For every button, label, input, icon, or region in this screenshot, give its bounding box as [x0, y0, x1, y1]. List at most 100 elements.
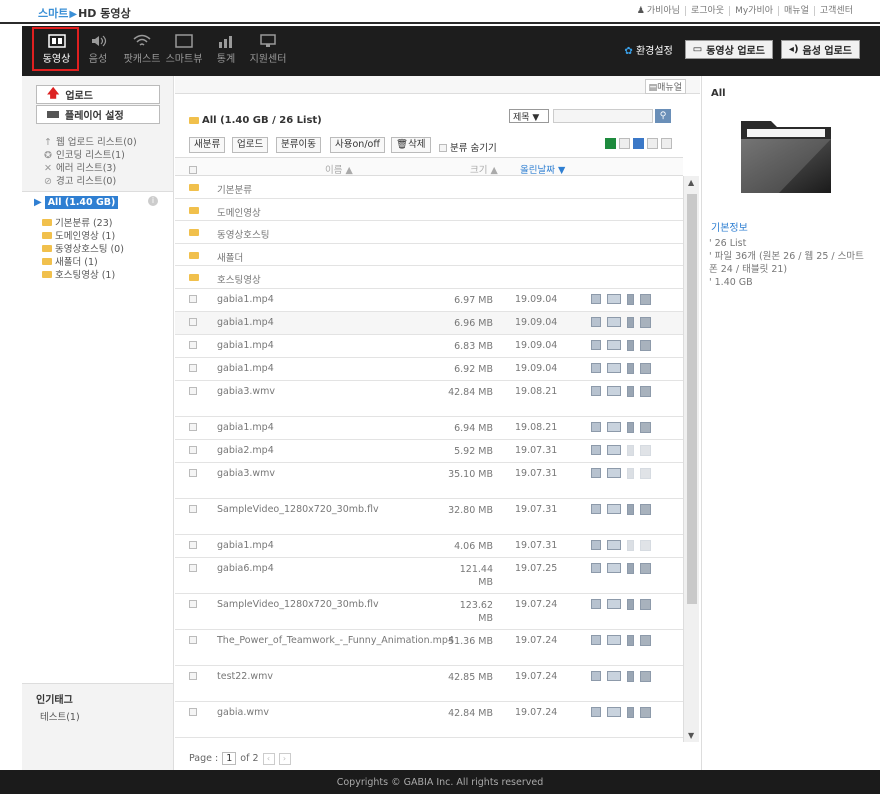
settings-link[interactable]: ✿ 환경설정 — [624, 42, 672, 57]
row-checkbox[interactable] — [189, 671, 197, 680]
audio-upload-button[interactable]: ◂) 음성 업로드 — [780, 40, 860, 59]
row-checkbox[interactable] — [189, 504, 197, 513]
file-row[interactable]: gabia1.mp4 6.94 MB 19.08.21 — [175, 417, 683, 440]
info-icon[interactable]: i — [148, 196, 158, 206]
file-row[interactable]: gabia1.mp4 4.06 MB 19.07.31 — [175, 535, 683, 558]
row-checkbox[interactable] — [189, 445, 197, 454]
pc-icon[interactable] — [607, 317, 621, 327]
file-name[interactable]: SampleVideo_1280x720_30mb.flv — [217, 504, 379, 515]
video-upload-button[interactable]: ▭ 동영상 업로드 — [684, 40, 773, 59]
mobile-icon[interactable] — [627, 562, 634, 574]
pc-icon[interactable] — [607, 671, 621, 681]
mobile-icon[interactable] — [627, 362, 634, 374]
pc-icon[interactable] — [607, 599, 621, 609]
download-icon[interactable] — [591, 294, 601, 304]
next-page-button[interactable]: › — [278, 752, 291, 765]
tag-link[interactable]: 테스트(1) — [40, 709, 80, 723]
move-category-button[interactable]: 분류이동 — [276, 137, 321, 153]
player-settings-button[interactable]: 플레이어 설정 — [36, 105, 160, 124]
tablet-icon[interactable] — [640, 316, 651, 328]
download-icon[interactable] — [591, 540, 601, 550]
tablet-icon[interactable] — [640, 293, 651, 305]
folder-row[interactable]: 새폴더 — [175, 244, 683, 266]
tablet-icon[interactable] — [640, 503, 651, 515]
file-row[interactable]: test22.wmv 42.85 MB 19.07.24 — [175, 666, 683, 702]
nav-video[interactable]: 동영상 — [32, 26, 79, 76]
refresh-icon[interactable] — [619, 138, 630, 149]
pc-icon[interactable] — [607, 386, 621, 396]
pc-icon[interactable] — [607, 340, 621, 350]
mobile-icon[interactable] — [627, 706, 634, 718]
mobile-icon[interactable] — [627, 634, 634, 646]
excel-icon[interactable] — [605, 138, 616, 149]
download-icon[interactable] — [591, 363, 601, 373]
file-row[interactable]: SampleVideo_1280x720_30mb.flv 32.80 MB 19.… — [175, 499, 683, 535]
pc-icon[interactable] — [607, 540, 621, 550]
nav-support[interactable]: 지원센터 — [248, 26, 288, 76]
file-row[interactable]: gabia2.mp4 5.92 MB 19.07.31 — [175, 440, 683, 463]
file-row[interactable]: SampleVideo_1280x720_30mb.flv 123.62 MB 19… — [175, 594, 683, 630]
row-checkbox[interactable] — [189, 317, 197, 326]
list-view-icon[interactable] — [633, 138, 644, 149]
tree-root[interactable]: ▶ All (1.40 GB) — [34, 196, 119, 209]
error-list-link[interactable]: ✕ 에러 리스트(3) — [44, 162, 137, 175]
mobile-icon[interactable] — [627, 444, 634, 456]
download-icon[interactable] — [591, 635, 601, 645]
tablet-icon[interactable] — [640, 385, 651, 397]
row-checkbox[interactable] — [189, 340, 197, 349]
warning-list-link[interactable]: ⊘ 경고 리스트(0) — [44, 175, 137, 188]
sort-select[interactable]: 제목 ▼ — [509, 109, 549, 123]
support-link[interactable]: 고객센터 — [813, 6, 858, 16]
new-category-button[interactable]: 새분류 — [189, 137, 226, 153]
tablet-icon[interactable] — [640, 634, 651, 646]
page-number-input[interactable]: 1 — [222, 752, 237, 765]
folder-row[interactable]: 호스팅영상 — [175, 266, 683, 289]
pc-icon[interactable] — [607, 422, 621, 432]
download-icon[interactable] — [591, 422, 601, 432]
tablet-icon[interactable] — [640, 362, 651, 374]
row-checkbox[interactable] — [189, 294, 197, 303]
pc-icon[interactable] — [607, 294, 621, 304]
pc-icon[interactable] — [607, 635, 621, 645]
mobile-icon[interactable] — [627, 670, 634, 682]
nav-audio[interactable]: 음성 — [86, 26, 110, 76]
row-checkbox[interactable] — [189, 422, 197, 431]
usage-toggle-button[interactable]: 사용on/off — [330, 137, 385, 153]
download-icon[interactable] — [591, 599, 601, 609]
file-name[interactable]: gabia1.mp4 — [217, 340, 274, 351]
mobile-icon[interactable] — [627, 339, 634, 351]
row-checkbox[interactable] — [189, 363, 197, 372]
scroll-up-icon[interactable]: ▲ — [688, 178, 694, 187]
tablet-icon[interactable] — [640, 421, 651, 433]
grid-view-icon[interactable] — [661, 138, 672, 149]
search-input[interactable] — [553, 109, 653, 123]
file-name[interactable]: SampleVideo_1280x720_30mb.flv — [217, 599, 379, 610]
tree-item[interactable]: 기본분류 (23) — [42, 217, 124, 230]
row-checkbox[interactable] — [189, 599, 197, 608]
tree-item[interactable]: 동영상호스팅 (0) — [42, 243, 124, 256]
file-row[interactable]: gabia1.mp4 6.96 MB 19.09.04 — [175, 311, 683, 335]
tablet-icon[interactable] — [640, 467, 651, 479]
nav-podcast[interactable]: 팟캐스트 — [120, 26, 164, 76]
pc-icon[interactable] — [607, 363, 621, 373]
column-name[interactable]: 이름 ▲ — [325, 162, 353, 176]
tree-item[interactable]: 호스팅영상 (1) — [42, 269, 124, 282]
download-icon[interactable] — [591, 707, 601, 717]
manual-button[interactable]: ▤매뉴얼 — [644, 79, 686, 94]
search-button[interactable]: ⚲ — [655, 109, 671, 123]
download-icon[interactable] — [591, 340, 601, 350]
pc-icon[interactable] — [607, 707, 621, 717]
folder-row[interactable]: 도메인영상 — [175, 199, 683, 221]
file-name[interactable]: gabia1.mp4 — [217, 294, 274, 305]
download-icon[interactable] — [591, 504, 601, 514]
tablet-icon[interactable] — [640, 562, 651, 574]
download-icon[interactable] — [591, 563, 601, 573]
mygabia-link[interactable]: My가비아 — [729, 6, 778, 16]
nav-smartview[interactable]: 스마트뷰 — [164, 26, 204, 76]
scroll-down-icon[interactable]: ▼ — [688, 731, 694, 740]
tablet-icon[interactable] — [640, 706, 651, 718]
pc-icon[interactable] — [607, 468, 621, 478]
hide-category-checkbox[interactable] — [439, 144, 447, 152]
delete-button[interactable]: 🗑삭제 — [391, 137, 431, 153]
detail-view-icon[interactable] — [647, 138, 658, 149]
